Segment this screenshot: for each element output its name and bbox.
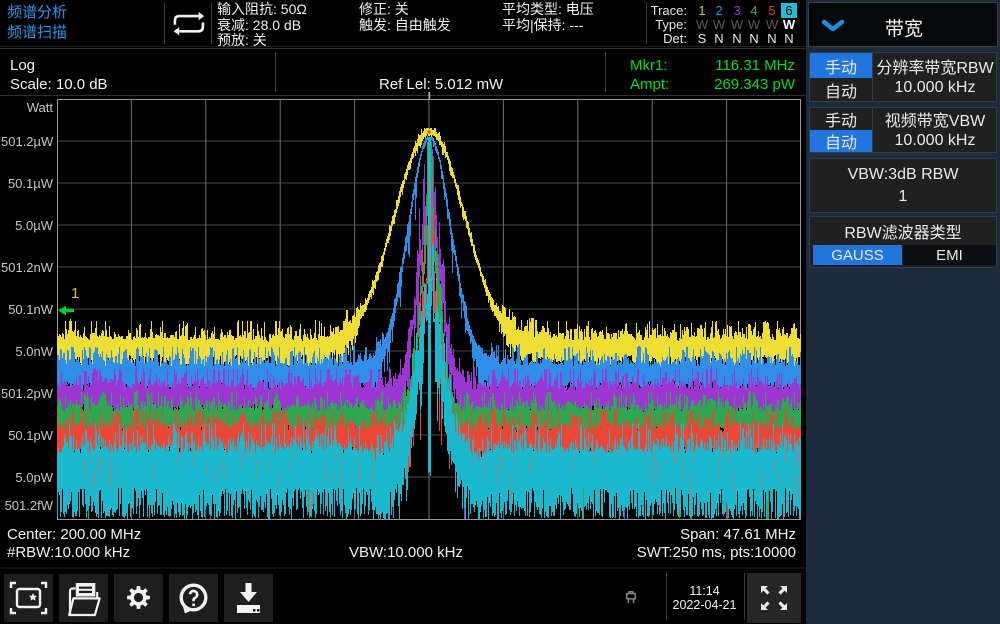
svg-text:1: 1 bbox=[71, 285, 79, 302]
